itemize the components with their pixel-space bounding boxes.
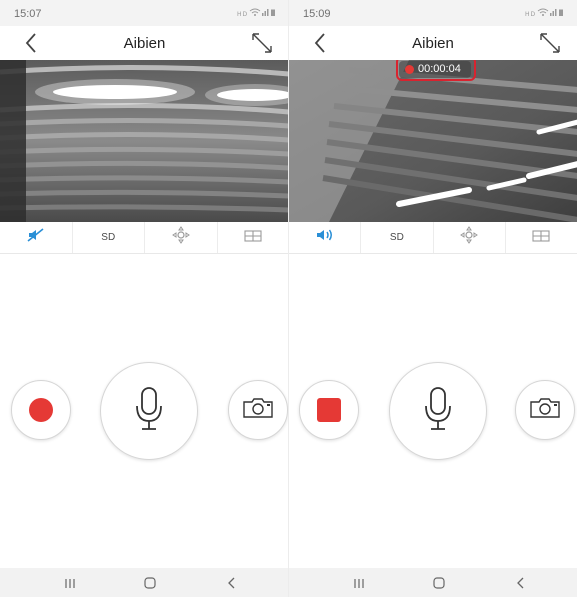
home-icon[interactable]: [431, 575, 447, 591]
snapshot-button[interactable]: [228, 380, 288, 440]
home-icon[interactable]: [142, 575, 158, 591]
grid-layout-icon: [532, 229, 550, 247]
camera-icon: [529, 397, 561, 424]
status-time: 15:07: [14, 8, 42, 20]
ptz-direction-icon: [171, 226, 190, 249]
recent-apps-icon[interactable]: [351, 575, 367, 591]
camera-video-feed[interactable]: [0, 60, 289, 222]
audio-toggle-button[interactable]: [289, 222, 362, 253]
quality-toggle-button[interactable]: SD: [361, 222, 434, 253]
recording-highlight-outline: [396, 60, 476, 81]
ptz-direction-icon: [460, 226, 479, 249]
ptz-control-button[interactable]: [145, 222, 218, 253]
title-bar: Aibien: [0, 26, 289, 60]
audio-toggle-button[interactable]: [0, 222, 73, 253]
status-bar: 15:07 HD: [0, 0, 289, 26]
phone-screen-left: 15:07 HD Aibien SD: [0, 0, 289, 597]
ptz-control-button[interactable]: [434, 222, 506, 253]
quality-label: SD: [389, 232, 404, 243]
speaker-muted-icon: [27, 228, 45, 247]
nav-back-icon[interactable]: [224, 575, 240, 591]
recent-apps-icon[interactable]: [62, 575, 78, 591]
svg-text:HD: HD: [237, 11, 248, 17]
microphone-icon: [134, 386, 164, 437]
fullscreen-icon[interactable]: [249, 31, 275, 55]
status-bar: 15:09 HD: [289, 0, 577, 26]
video-controls-bar: SD: [289, 222, 577, 254]
video-controls-bar: SD: [0, 222, 289, 254]
camera-icon: [242, 397, 274, 424]
stop-record-button[interactable]: [299, 380, 359, 440]
microphone-icon: [423, 386, 453, 437]
system-nav-bar: [289, 568, 577, 597]
layout-toggle-button[interactable]: [506, 222, 577, 253]
status-time: 15:09: [303, 8, 331, 20]
phone-screen-right: 15:09 HD Aibien 00:00:04 SD: [288, 0, 577, 597]
talk-button[interactable]: [389, 362, 487, 460]
snapshot-button[interactable]: [515, 380, 575, 440]
svg-text:HD: HD: [525, 11, 536, 17]
quality-toggle-button[interactable]: SD: [73, 222, 145, 253]
nav-back-icon[interactable]: [513, 575, 529, 591]
fullscreen-icon[interactable]: [537, 31, 563, 55]
record-dot-icon: [29, 398, 53, 422]
system-nav-bar: [0, 568, 289, 597]
stop-square-icon: [317, 398, 341, 422]
layout-toggle-button[interactable]: [218, 222, 290, 253]
signal-wifi-battery-icon: HD: [237, 8, 275, 18]
camera-video-feed[interactable]: 00:00:04: [289, 60, 577, 222]
quality-label: SD: [101, 232, 116, 243]
talk-button[interactable]: [100, 362, 198, 460]
page-title: Aibien: [412, 35, 454, 52]
page-title: Aibien: [123, 35, 166, 52]
signal-wifi-battery-icon: HD: [525, 8, 563, 18]
speaker-on-icon: [315, 228, 335, 247]
status-icons: HD: [237, 8, 277, 19]
grid-layout-icon: [244, 229, 262, 247]
record-button[interactable]: [11, 380, 71, 440]
status-icons: HD: [525, 8, 565, 19]
title-bar: Aibien: [289, 26, 577, 60]
